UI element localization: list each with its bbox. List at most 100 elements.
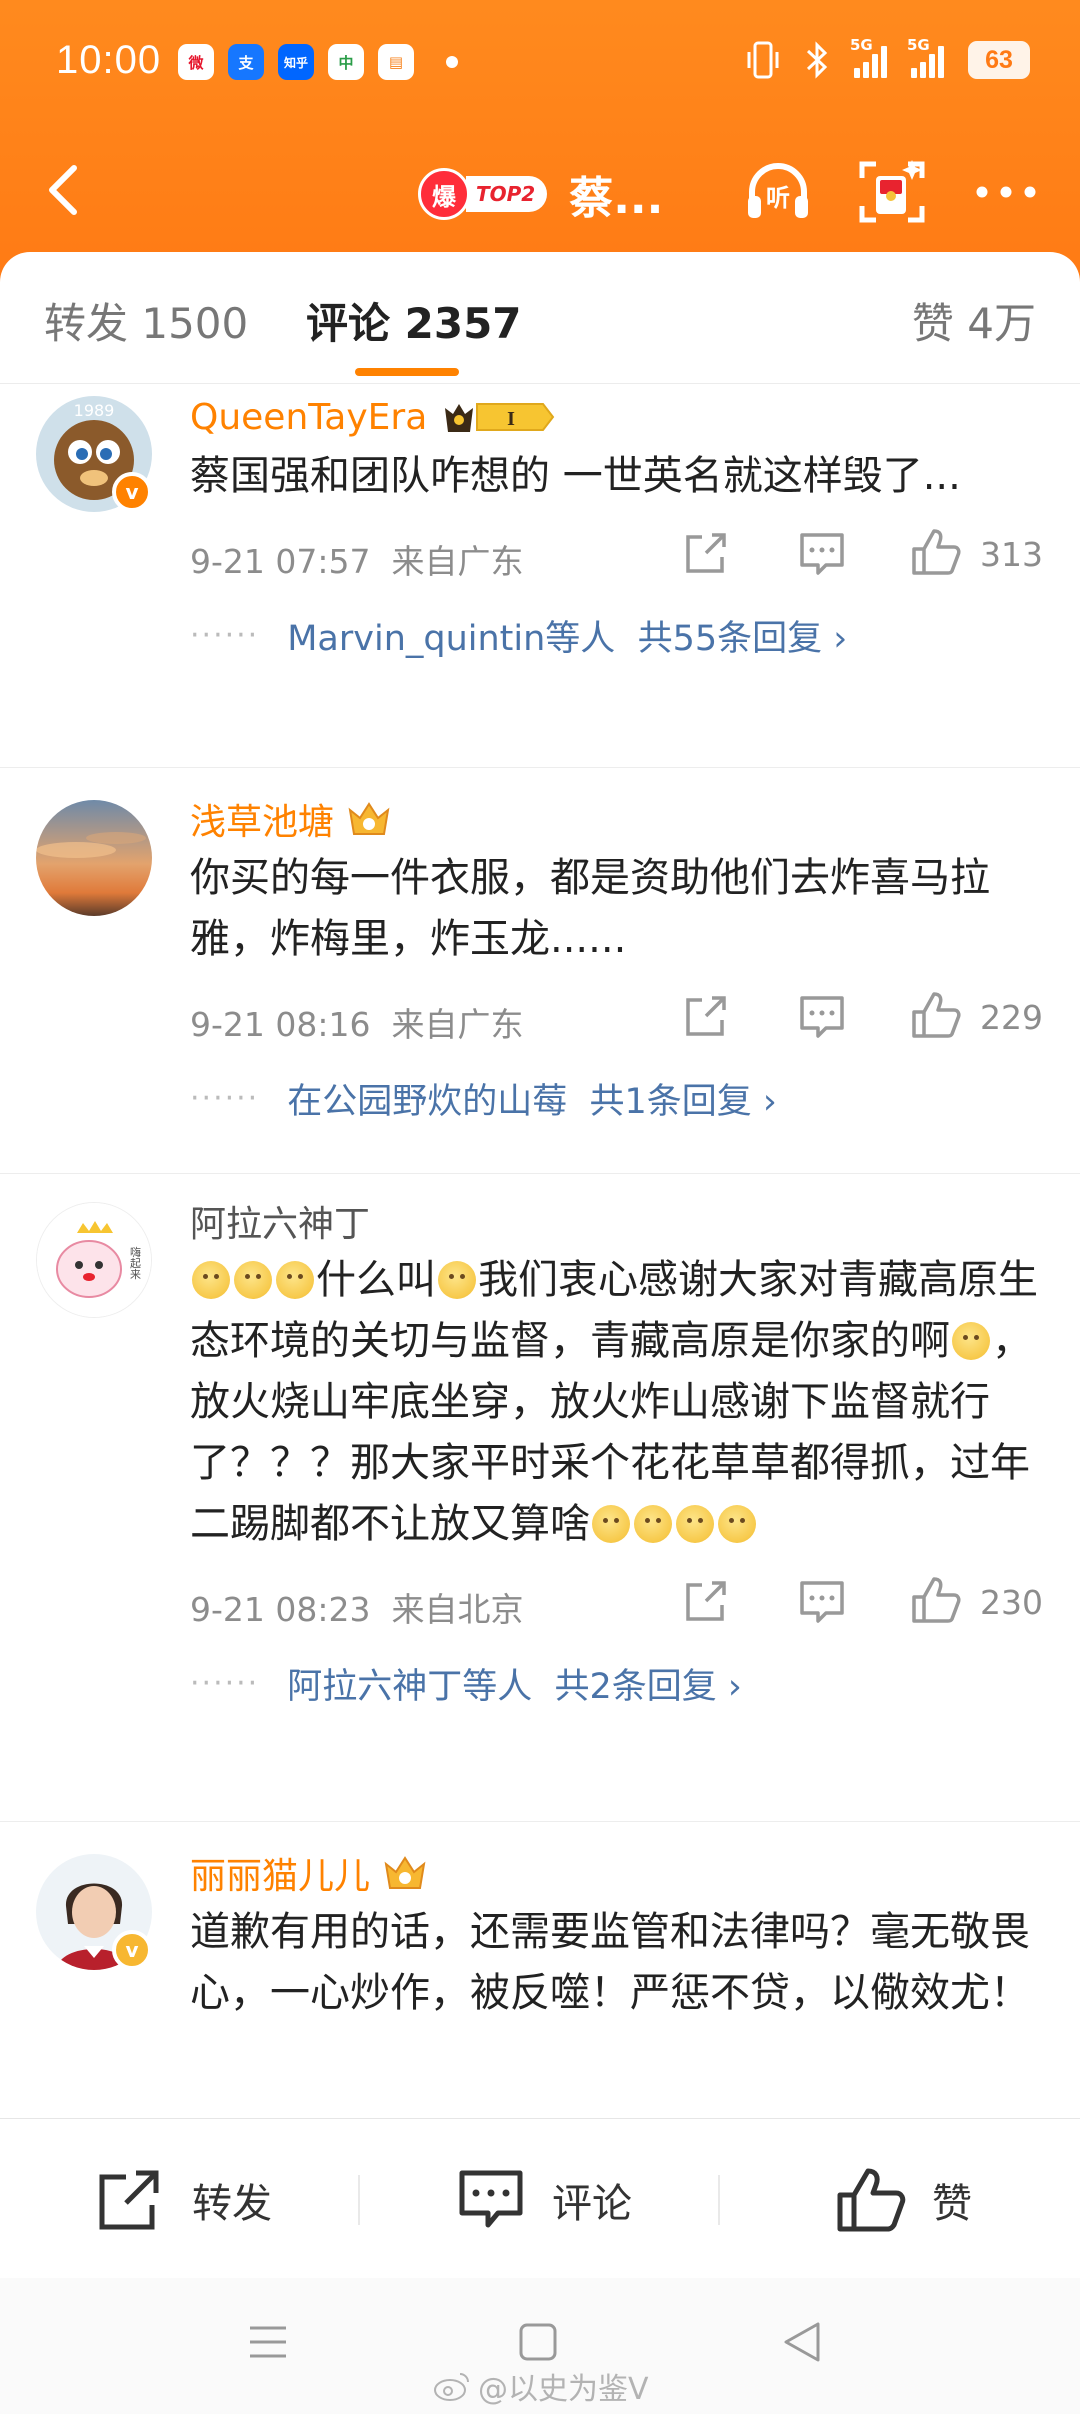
reply-dots: ······ bbox=[190, 617, 260, 653]
like-button[interactable]: 赞 bbox=[836, 2167, 972, 2233]
comment-body: 浅草池塘 你买的每一件衣服，都是资助他们去炸喜马拉雅，炸梅里，炸玉龙......… bbox=[190, 794, 1046, 1126]
comment-text: 蔡国强和团队咋想的 一世英名就这样毁了... bbox=[190, 453, 961, 499]
alipay-app-icon: 支 bbox=[228, 44, 264, 80]
author-name: QueenTayEra bbox=[190, 396, 428, 438]
reply-icon[interactable] bbox=[796, 990, 848, 1042]
reply-users: Marvin_quintin等人 bbox=[287, 618, 616, 659]
more-notifications-dot bbox=[446, 56, 458, 68]
status-time: 10:00 bbox=[56, 38, 162, 82]
comment-location: 来自广东 bbox=[391, 1005, 524, 1044]
author-name: 浅草池塘 bbox=[190, 802, 335, 843]
smile-emoji-icon bbox=[234, 1261, 272, 1299]
tab-likes[interactable]: 赞 4万 bbox=[912, 290, 1036, 351]
reply-summary[interactable]: ······ Marvin_quintin等人 共55条回复 › bbox=[190, 607, 1046, 663]
like-count: 229 bbox=[980, 998, 1043, 1037]
tab-repost[interactable]: 转发 1500 bbox=[44, 290, 248, 351]
reply-icon[interactable] bbox=[796, 1575, 848, 1627]
repost-button[interactable]: 转发 bbox=[96, 2167, 272, 2233]
reply-summary[interactable]: ······ 阿拉六神丁等人 共2条回复 › bbox=[190, 1655, 1046, 1711]
back-icon[interactable] bbox=[36, 160, 96, 220]
avatar[interactable]: 嗨起来 bbox=[36, 1202, 152, 1318]
comment-button[interactable]: 评论 bbox=[456, 2167, 632, 2233]
comment-text: 什么叫 我们衷心感谢大家对青藏高原生态环境的关切与监督，青藏高原是你家的啊 ，放火烧… bbox=[190, 1250, 1046, 1555]
watermark: @以史为鉴V bbox=[432, 2364, 649, 2408]
battery-indicator: 63 bbox=[968, 41, 1030, 79]
nav-bar: 爆 TOP2 蔡... 听 bbox=[0, 140, 1080, 240]
reply-summary[interactable]: ······ 在公园野炊的山莓 共1条回复 › bbox=[190, 1070, 1046, 1126]
comment-date: 9-21 08:23 bbox=[190, 1590, 371, 1629]
notification-apps: 微 支 知乎 中 ▤ bbox=[178, 44, 458, 80]
avatar[interactable] bbox=[36, 800, 152, 916]
status-indicators: 5G 5G 63 bbox=[746, 36, 1030, 80]
comments-card: 转发 1500 评论 2357 赞 4万 1989 v QueenTayEra bbox=[0, 252, 1080, 2120]
like-icon[interactable] bbox=[910, 1575, 962, 1627]
comment-author[interactable]: 阿拉六神丁 bbox=[190, 1196, 1046, 1246]
share-icon[interactable] bbox=[680, 1575, 732, 1627]
comment-date-location: 9-21 08:16 来自广东 bbox=[190, 998, 523, 1046]
comment-date-location: 9-21 07:57 来自广东 bbox=[190, 535, 523, 583]
share-icon[interactable] bbox=[680, 990, 732, 1042]
comment-meta: 9-21 07:57 来自广东 313 bbox=[190, 525, 1046, 585]
avatar-image bbox=[36, 800, 152, 916]
reply-count: 共55条回复 › bbox=[637, 618, 848, 659]
reply-count: 共2条回复 › bbox=[554, 1666, 742, 1707]
comment-meta: 9-21 08:16 来自广东 229 bbox=[190, 988, 1046, 1048]
smile-emoji-icon bbox=[438, 1261, 476, 1299]
like-icon bbox=[837, 2168, 906, 2232]
smile-emoji-icon bbox=[952, 1322, 990, 1360]
more-icon[interactable] bbox=[968, 154, 1044, 230]
smile-emoji-icon bbox=[276, 1261, 314, 1299]
home-icon[interactable] bbox=[518, 2322, 558, 2362]
comment-label: 评论 bbox=[552, 2181, 632, 2227]
comment-item: 1989 v QueenTayEra I 蔡国强和团队咋想的 一世英名就这样毁了… bbox=[0, 386, 1080, 768]
comment-item: 嗨起来 阿拉六神丁 什么叫 我们衷心感谢大家对青藏高原生态环境的关切与监督，青藏高… bbox=[0, 1174, 1080, 1822]
smile-emoji-icon bbox=[676, 1505, 714, 1543]
svg-text:I: I bbox=[507, 408, 515, 430]
listen-icon[interactable]: 听 bbox=[740, 154, 816, 230]
comment-date: 9-21 07:57 bbox=[190, 542, 371, 581]
tab-active-indicator bbox=[355, 368, 459, 376]
smile-emoji-icon bbox=[634, 1505, 672, 1543]
bank-app-icon: 中 bbox=[328, 44, 364, 80]
crown-badge-icon bbox=[348, 802, 390, 835]
comment-date-location: 9-21 08:23 来自北京 bbox=[190, 1583, 523, 1631]
reply-dots: ······ bbox=[190, 1665, 260, 1701]
avatar-caption: 嗨起来 bbox=[129, 1245, 142, 1279]
comment-meta: 9-21 08:23 来自北京 230 bbox=[190, 1573, 1046, 1633]
comment-author[interactable]: QueenTayEra I bbox=[190, 392, 1046, 442]
weibo-app-icon: 微 bbox=[178, 44, 214, 80]
verified-badge-icon: v bbox=[112, 472, 152, 512]
repost-label: 转发 bbox=[192, 2181, 272, 2227]
hot-topic-title[interactable]: 爆 TOP2 蔡... bbox=[418, 162, 663, 226]
svg-text:听: 听 bbox=[766, 184, 790, 212]
nav-back-icon[interactable] bbox=[782, 2320, 822, 2364]
comment-author[interactable]: 浅草池塘 bbox=[190, 794, 1046, 844]
vibrate-icon bbox=[747, 41, 779, 79]
comment-text: 你买的每一件衣服，都是资助他们去炸喜马拉雅，炸梅里，炸玉龙...... bbox=[190, 855, 990, 962]
nav-actions: 听 bbox=[740, 154, 1044, 230]
author-name: 丽丽猫儿儿 bbox=[190, 1856, 371, 1897]
smile-emoji-icon bbox=[718, 1505, 756, 1543]
like-icon[interactable] bbox=[910, 527, 962, 579]
divider bbox=[358, 2175, 360, 2225]
like-count: 230 bbox=[980, 1583, 1043, 1622]
svg-text:1989: 1989 bbox=[74, 401, 115, 420]
like-label: 赞 bbox=[932, 2181, 972, 2227]
crown-badge-icon bbox=[384, 1856, 426, 1889]
red-packet-scan-icon[interactable] bbox=[854, 154, 930, 230]
comment-item: 浅草池塘 你买的每一件衣服，都是资助他们去炸喜马拉雅，炸梅里，炸玉龙......… bbox=[0, 768, 1080, 1174]
menu-icon[interactable] bbox=[248, 2322, 288, 2362]
zhihu-app-icon: 知乎 bbox=[278, 44, 314, 80]
comment-icon bbox=[459, 2170, 523, 2228]
like-icon[interactable] bbox=[910, 990, 962, 1042]
reply-icon[interactable] bbox=[796, 527, 848, 579]
like-count: 313 bbox=[980, 535, 1043, 574]
comment-author[interactable]: 丽丽猫儿儿 bbox=[190, 1848, 1046, 1898]
divider bbox=[718, 2175, 720, 2225]
signal-1-label: 5G bbox=[850, 36, 873, 54]
tab-bar: 转发 1500 评论 2357 赞 4万 bbox=[0, 252, 1080, 384]
tab-comments[interactable]: 评论 2357 bbox=[306, 290, 522, 351]
comment-body: 阿拉六神丁 什么叫 我们衷心感谢大家对青藏高原生态环境的关切与监督，青藏高原是你家… bbox=[190, 1196, 1046, 1711]
share-icon[interactable] bbox=[680, 527, 732, 579]
comment-location: 来自广东 bbox=[391, 542, 524, 581]
